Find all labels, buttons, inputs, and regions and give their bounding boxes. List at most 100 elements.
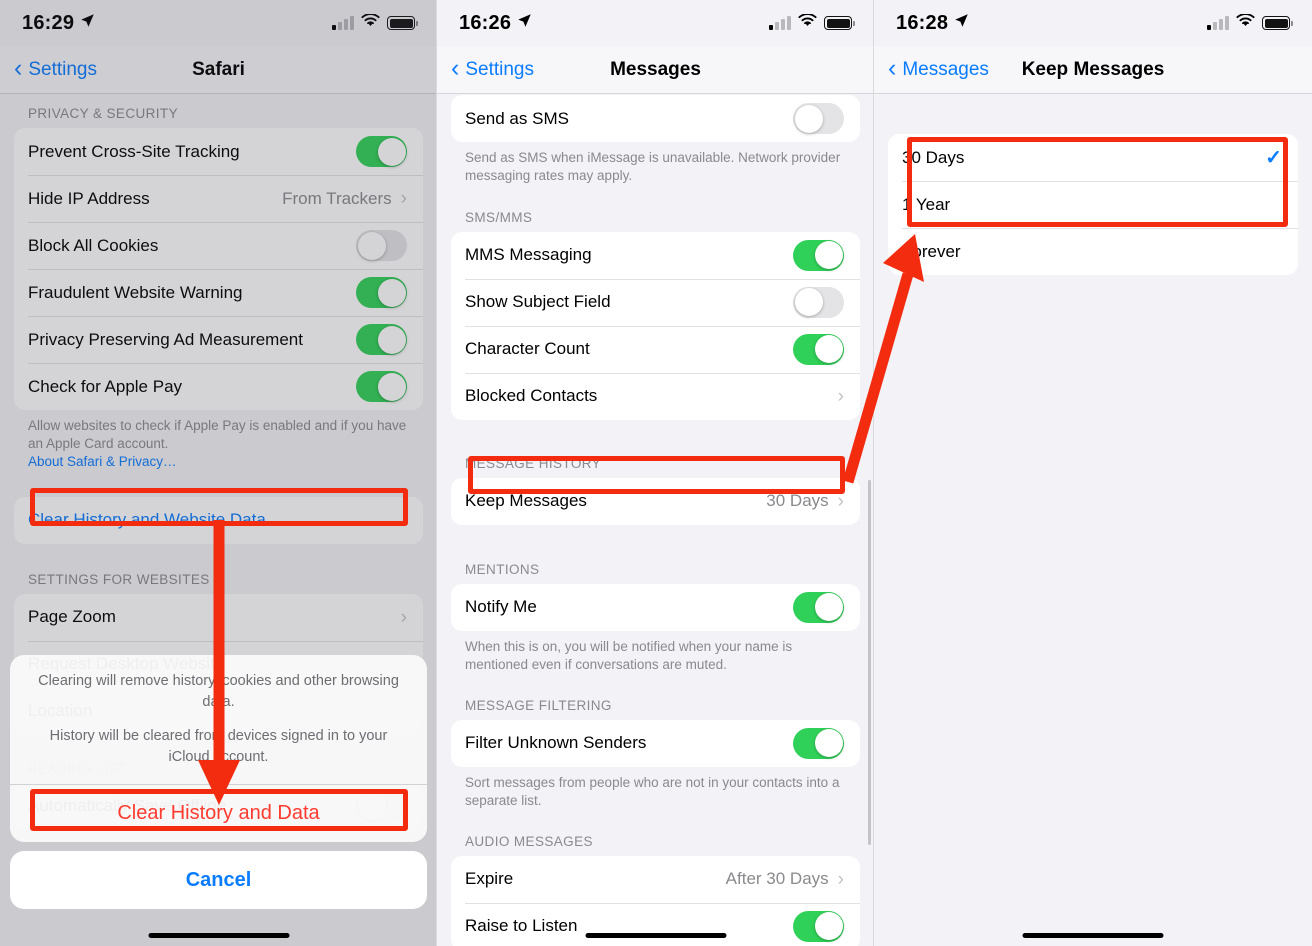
battery-full-icon bbox=[824, 16, 855, 30]
action-sheet-message-2: History will be cleared from devices sig… bbox=[49, 728, 388, 765]
row-show-subject-field[interactable]: Show Subject Field bbox=[451, 278, 860, 326]
nav-bar: ‹ Messages Keep Messages bbox=[874, 46, 1312, 94]
row-filter-unknown-senders[interactable]: Filter Unknown Senders bbox=[451, 720, 860, 767]
row-mms-messaging[interactable]: MMS Messaging bbox=[451, 232, 860, 279]
cellular-signal-icon bbox=[1207, 15, 1229, 30]
cancel-button[interactable]: Cancel bbox=[10, 851, 427, 910]
row-hide-ip-address[interactable]: Hide IP Address From Trackers › bbox=[14, 175, 423, 222]
toggle-show-subject-field[interactable] bbox=[793, 286, 844, 318]
row-label: Expire bbox=[465, 869, 514, 889]
panel-keep-messages: 16:28 ‹ Messages Keep Messages 30 Days ✓… bbox=[874, 0, 1312, 946]
row-raise-to-listen[interactable]: Raise to Listen bbox=[451, 902, 860, 946]
footnote-mentions: When this is on, you will be notified wh… bbox=[465, 638, 793, 672]
row-notify-me[interactable]: Notify Me bbox=[451, 584, 860, 631]
panel-divider-2 bbox=[873, 0, 874, 946]
row-clear-history-and-website-data[interactable]: Clear History and Website Data bbox=[14, 497, 423, 544]
section-mentions: Notify Me bbox=[451, 583, 860, 631]
section-message-history: Keep Messages 30 Days › bbox=[451, 477, 860, 525]
location-arrow-icon bbox=[517, 13, 532, 33]
option-30-days[interactable]: 30 Days ✓ bbox=[888, 134, 1298, 181]
chevron-right-icon: › bbox=[837, 868, 844, 890]
chevron-left-icon: ‹ bbox=[14, 54, 23, 82]
section-header-settings-for-websites: SETTINGS FOR WEBSITES bbox=[28, 571, 210, 587]
section-clear-history: Clear History and Website Data bbox=[14, 496, 423, 544]
row-label: Keep Messages bbox=[465, 491, 587, 511]
row-label: Check for Apple Pay bbox=[28, 376, 183, 396]
status-right-cluster bbox=[332, 12, 418, 33]
row-check-for-apple-pay[interactable]: Check for Apple Pay bbox=[14, 363, 423, 410]
chevron-right-icon: › bbox=[400, 188, 407, 209]
option-label: Forever bbox=[902, 241, 961, 261]
toggle-fraudulent-website-warning[interactable] bbox=[356, 277, 407, 308]
toggle-notify-me[interactable] bbox=[793, 591, 844, 623]
status-time: 16:29 bbox=[22, 11, 75, 34]
vertical-scrollbar[interactable] bbox=[868, 480, 871, 845]
keep-messages-options-list: 30 Days ✓ 1 Year Forever bbox=[888, 134, 1298, 275]
row-blocked-contacts[interactable]: Blocked Contacts › bbox=[451, 372, 860, 420]
battery-full-icon bbox=[1262, 16, 1293, 30]
back-button-label: Messages bbox=[902, 58, 989, 80]
row-label: Fraudulent Website Warning bbox=[28, 282, 243, 302]
row-fraudulent-website-warning[interactable]: Fraudulent Website Warning bbox=[14, 269, 423, 316]
row-page-zoom[interactable]: Page Zoom › bbox=[14, 594, 423, 641]
wifi-icon bbox=[798, 12, 817, 33]
chevron-left-icon: ‹ bbox=[451, 54, 460, 82]
back-button[interactable]: ‹ Settings bbox=[451, 54, 534, 82]
row-privacy-preserving-ad-measurement[interactable]: Privacy Preserving Ad Measurement bbox=[14, 316, 423, 363]
section-header-mentions: MENTIONS bbox=[465, 561, 540, 577]
toggle-block-all-cookies[interactable] bbox=[356, 230, 407, 261]
back-button-label: Settings bbox=[465, 58, 534, 80]
option-label: 1 Year bbox=[902, 194, 951, 214]
home-indicator bbox=[148, 933, 289, 938]
clear-history-and-data-button[interactable]: Clear History and Data bbox=[10, 785, 427, 842]
toggle-raise-to-listen[interactable] bbox=[793, 910, 844, 942]
toggle-privacy-preserving-ad-measurement[interactable] bbox=[356, 324, 407, 355]
panel-messages-settings: 16:26 ‹ Settings Messages Send as SMS Se… bbox=[437, 0, 874, 946]
row-block-all-cookies[interactable]: Block All Cookies bbox=[14, 222, 423, 269]
toggle-send-as-sms[interactable] bbox=[793, 103, 844, 134]
option-label: 30 Days bbox=[902, 147, 965, 167]
row-character-count[interactable]: Character Count bbox=[451, 325, 860, 373]
status-time: 16:28 bbox=[896, 11, 949, 34]
status-right-cluster bbox=[1207, 12, 1293, 33]
row-value: 30 Days bbox=[766, 491, 829, 511]
toggle-character-count[interactable] bbox=[793, 333, 844, 365]
row-label: Send as SMS bbox=[465, 108, 569, 128]
section-sms-mms: MMS Messaging Show Subject Field Charact… bbox=[451, 231, 860, 420]
row-keep-messages[interactable]: Keep Messages 30 Days › bbox=[451, 478, 860, 525]
wifi-icon bbox=[1236, 12, 1255, 33]
panel-safari-settings: 16:29 ‹ Settings Safari PRIVACY & SECURI… bbox=[0, 0, 437, 946]
option-1-year[interactable]: 1 Year bbox=[888, 181, 1298, 228]
toggle-prevent-cross-site-tracking[interactable] bbox=[356, 136, 407, 167]
location-arrow-icon bbox=[954, 13, 969, 33]
row-send-as-sms[interactable]: Send as SMS bbox=[451, 95, 860, 142]
toggle-mms-messaging[interactable] bbox=[793, 239, 844, 271]
action-sheet-card: Clearing will remove history, cookies an… bbox=[10, 655, 427, 843]
row-prevent-cross-site-tracking[interactable]: Prevent Cross-Site Tracking bbox=[14, 128, 423, 175]
nav-bar: ‹ Settings Safari bbox=[0, 46, 437, 94]
row-expire[interactable]: Expire After 30 Days › bbox=[451, 856, 860, 903]
toggle-check-for-apple-pay[interactable] bbox=[356, 371, 407, 402]
chevron-left-icon: ‹ bbox=[888, 54, 897, 82]
row-label: Block All Cookies bbox=[28, 235, 159, 255]
row-label: Privacy Preserving Ad Measurement bbox=[28, 329, 303, 349]
option-forever[interactable]: Forever bbox=[888, 228, 1298, 275]
action-sheet-message: Clearing will remove history, cookies an… bbox=[10, 655, 427, 784]
checkmark-icon: ✓ bbox=[1265, 147, 1282, 169]
back-button[interactable]: ‹ Settings bbox=[14, 54, 97, 82]
about-safari-privacy-link[interactable]: About Safari & Privacy… bbox=[28, 454, 177, 469]
footnote-send-as-sms: Send as SMS when iMessage is unavailable… bbox=[465, 150, 841, 183]
toggle-filter-unknown-senders[interactable] bbox=[793, 727, 844, 759]
location-arrow-icon bbox=[80, 13, 95, 33]
status-time: 16:26 bbox=[459, 11, 512, 34]
status-bar: 16:29 bbox=[0, 0, 437, 46]
section-message-filtering: Filter Unknown Senders bbox=[451, 719, 860, 767]
messages-settings-list: Send as SMS Send as SMS when iMessage is… bbox=[437, 95, 874, 946]
battery-full-icon bbox=[387, 16, 418, 30]
back-button[interactable]: ‹ Messages bbox=[888, 54, 989, 82]
section-send-as-sms: Send as SMS bbox=[451, 95, 860, 142]
chevron-right-icon: › bbox=[837, 490, 844, 512]
row-label: Blocked Contacts bbox=[465, 386, 598, 406]
cellular-signal-icon bbox=[769, 15, 791, 30]
section-header-message-filtering: MESSAGE FILTERING bbox=[465, 697, 612, 713]
